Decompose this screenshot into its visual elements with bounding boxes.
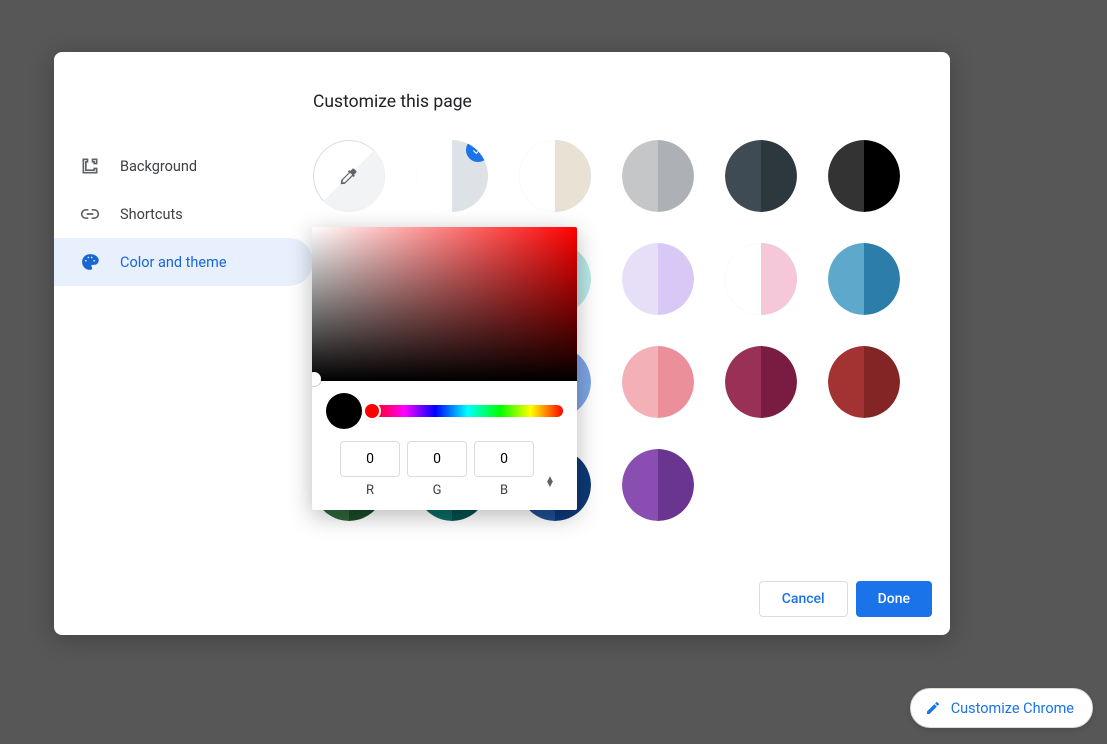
eyedropper-icon	[338, 165, 360, 187]
sidebar-label-shortcuts: Shortcuts	[120, 206, 183, 223]
palette-icon	[80, 252, 100, 272]
color-swatch[interactable]	[725, 243, 797, 315]
red-input[interactable]	[340, 441, 400, 477]
color-swatch[interactable]	[828, 140, 900, 212]
customize-chrome-label: Customize Chrome	[951, 700, 1074, 717]
hue-thumb[interactable]	[365, 404, 379, 418]
sidebar-label-color-theme: Color and theme	[120, 254, 227, 271]
sidebar-label-background: Background	[120, 158, 197, 175]
color-swatch[interactable]	[622, 140, 694, 212]
color-swatch[interactable]	[725, 140, 797, 212]
sidebar-item-background[interactable]: Background	[54, 142, 313, 190]
cancel-button[interactable]: Cancel	[759, 581, 848, 617]
color-swatch[interactable]	[622, 243, 694, 315]
done-button[interactable]: Done	[856, 581, 932, 617]
color-swatch[interactable]	[519, 140, 591, 212]
blue-input[interactable]	[474, 441, 534, 477]
link-icon	[80, 204, 100, 224]
color-swatch[interactable]	[622, 449, 694, 521]
dialog-button-row: Cancel Done	[759, 581, 932, 617]
chevron-down-icon: ▼	[545, 482, 555, 487]
color-swatch[interactable]	[828, 346, 900, 418]
custom-color-swatch[interactable]	[313, 140, 385, 212]
green-label: G	[433, 483, 442, 498]
color-swatch[interactable]	[416, 140, 488, 212]
sidebar: Background Shortcuts Color and theme	[54, 52, 313, 635]
selected-check-icon	[466, 140, 488, 162]
color-format-switch[interactable]: ▲ ▼	[541, 441, 559, 487]
saturation-brightness-box[interactable]	[312, 227, 577, 381]
sidebar-item-color-theme[interactable]: Color and theme	[54, 238, 313, 286]
red-label: R	[366, 483, 374, 498]
hue-slider[interactable]	[372, 405, 563, 417]
current-color-preview	[326, 393, 362, 429]
blue-label: B	[500, 483, 508, 498]
page-title: Customize this page	[313, 92, 950, 112]
pencil-icon	[925, 700, 941, 716]
color-swatch[interactable]	[725, 346, 797, 418]
background-icon	[80, 156, 100, 176]
customize-chrome-button[interactable]: Customize Chrome	[910, 688, 1093, 728]
sidebar-item-shortcuts[interactable]: Shortcuts	[54, 190, 313, 238]
green-input[interactable]	[407, 441, 467, 477]
color-swatch[interactable]	[828, 243, 900, 315]
color-picker-popover: R G B ▲ ▼	[312, 227, 577, 510]
color-swatch[interactable]	[622, 346, 694, 418]
